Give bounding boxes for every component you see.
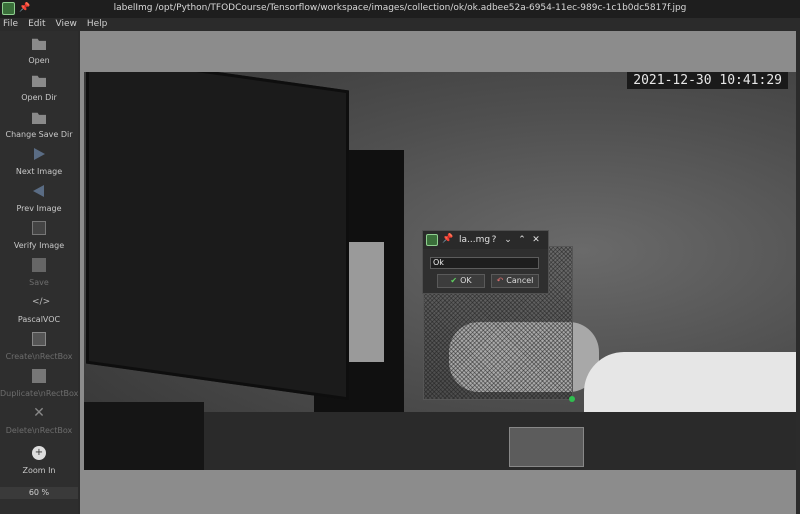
image-timestamp: 2021-12-30 10:41:29 (627, 72, 788, 89)
arrow-right-icon (32, 147, 46, 161)
duplicate-rectbox-button[interactable]: Duplicate\nRectBox (0, 369, 78, 405)
zoom-in-label: Zoom In (22, 466, 56, 475)
title-bar: 📌 labelImg /opt/Python/TFODCourse/Tensor… (0, 0, 800, 18)
label-dialog: 📌 la...mg ? ⌄ ⌃ ✕ Ok ✔ OK ↶ Cancel (422, 230, 549, 294)
create-rect-icon (32, 332, 46, 346)
dialog-titlebar[interactable]: 📌 la...mg ? ⌄ ⌃ ✕ (423, 231, 548, 249)
open-dir-label: Open Dir (21, 93, 57, 102)
change-save-dir-label: Change Save Dir (5, 130, 73, 139)
menu-edit[interactable]: Edit (28, 18, 45, 31)
open-button[interactable]: Open (0, 36, 78, 72)
dialog-pin-icon[interactable]: 📌 (442, 234, 453, 244)
dialog-maximize-button[interactable]: ⌃ (517, 234, 527, 246)
duplicate-icon (32, 369, 46, 383)
dialog-close-button[interactable]: ✕ (531, 234, 541, 246)
verify-icon (32, 221, 46, 235)
verify-image-button[interactable]: Verify Image (0, 221, 78, 257)
open-label: Open (28, 56, 50, 65)
cancel-label: Cancel (506, 276, 534, 285)
label-input[interactable]: Ok (430, 257, 539, 269)
verify-image-label: Verify Image (13, 241, 65, 250)
dialog-minimize-button[interactable]: ⌄ (503, 234, 513, 246)
zoom-level[interactable]: 60 % (0, 487, 78, 499)
change-save-dir-button[interactable]: Change Save Dir (0, 110, 78, 146)
menu-bar: File Edit View Help (0, 18, 800, 31)
photo-monitor (86, 72, 349, 401)
create-rectbox-button[interactable]: Create\nRectBox (0, 332, 78, 368)
ok-button[interactable]: ✔ OK (437, 274, 485, 288)
folder-icon (32, 75, 46, 87)
delete-rectbox-label: Delete\nRectBox (5, 426, 73, 435)
dialog-app-icon (426, 234, 438, 246)
menu-file[interactable]: File (3, 18, 18, 31)
folder-open-icon (32, 38, 46, 50)
left-toolbar: Open Open Dir Change Save Dir Next Image… (0, 31, 78, 514)
window-title: labelImg /opt/Python/TFODCourse/Tensorfl… (113, 3, 687, 13)
format-button[interactable]: </> PascalVOC (0, 295, 78, 331)
cancel-button[interactable]: ↶ Cancel (491, 274, 539, 288)
menu-help[interactable]: Help (87, 18, 108, 31)
next-image-label: Next Image (15, 167, 63, 176)
open-dir-button[interactable]: Open Dir (0, 73, 78, 109)
arrow-left-icon (32, 184, 46, 198)
dialog-help-button[interactable]: ? (489, 234, 499, 246)
code-icon: </> (32, 297, 51, 307)
duplicate-rectbox-label: Duplicate\nRectBox (0, 389, 79, 398)
photo-keyboard (84, 402, 204, 470)
zoom-in-button[interactable]: + Zoom In (0, 446, 78, 482)
undo-icon: ↶ (496, 276, 504, 285)
delete-icon: ✕ (33, 405, 45, 421)
save-folder-icon (32, 112, 46, 124)
save-label: Save (29, 278, 49, 287)
bbox-corner-handle[interactable] (569, 396, 575, 402)
prev-image-label: Prev Image (16, 204, 62, 213)
zoom-in-icon: + (32, 446, 46, 460)
prev-image-button[interactable]: Prev Image (0, 184, 78, 220)
create-rectbox-label: Create\nRectBox (5, 352, 73, 361)
format-label: PascalVOC (17, 315, 61, 324)
check-icon: ✔ (450, 276, 458, 285)
save-button[interactable]: Save (0, 258, 78, 294)
delete-rectbox-button[interactable]: ✕ Delete\nRectBox (0, 406, 78, 442)
floppy-icon (32, 258, 46, 272)
photo-router (509, 427, 584, 467)
ok-label: OK (460, 276, 472, 285)
dialog-title: la...mg (459, 235, 491, 245)
next-image-button[interactable]: Next Image (0, 147, 78, 183)
menu-view[interactable]: View (56, 18, 77, 31)
